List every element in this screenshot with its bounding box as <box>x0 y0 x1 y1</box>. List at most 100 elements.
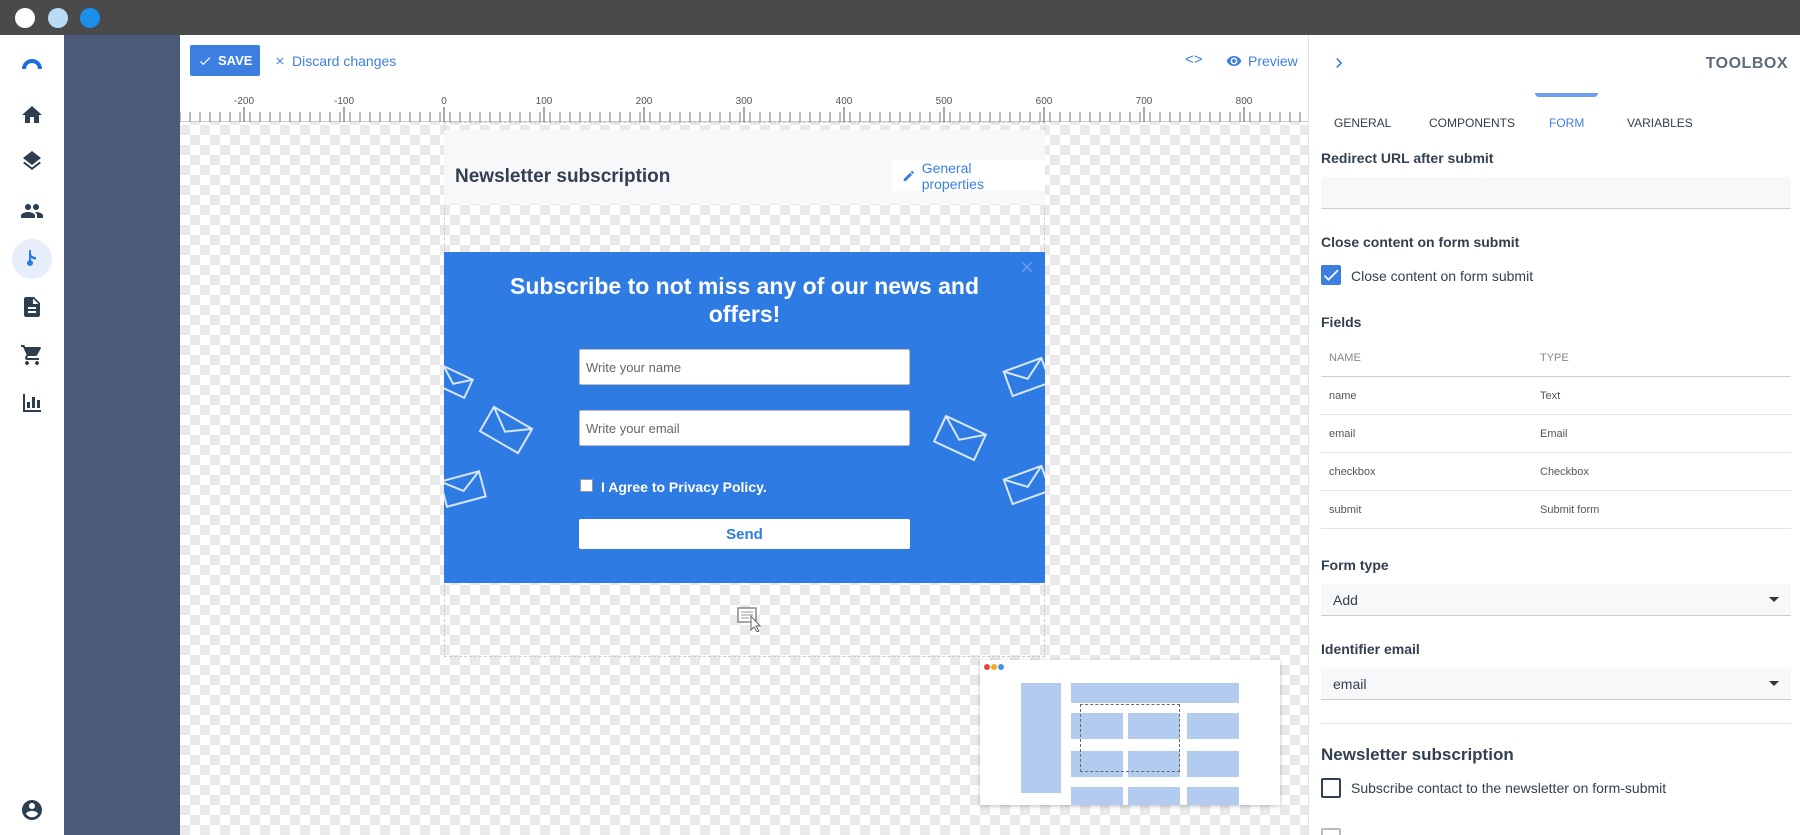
fields-label: Fields <box>1321 314 1362 330</box>
close-content-checkbox[interactable] <box>1321 265 1341 285</box>
horizontal-ruler: -200 -100 0 100 200 300 400 500 600 700 800 <box>180 90 1308 122</box>
close-content-section-label: Close content on form submit <box>1321 234 1520 250</box>
field-name: email <box>1329 428 1356 440</box>
ruler-label: -200 <box>234 96 254 107</box>
flow-icon[interactable] <box>12 239 52 279</box>
layers-icon[interactable] <box>12 143 52 183</box>
form-type-select[interactable]: Add <box>1321 584 1791 616</box>
document-icon[interactable] <box>12 287 52 327</box>
field-type: Submit form <box>1540 504 1600 516</box>
page-title: Newsletter subscription <box>455 166 671 187</box>
envelope-icon <box>932 414 988 462</box>
name-placeholder: Write your name <box>586 359 682 375</box>
minimap-block <box>1187 713 1239 739</box>
fields-table: NAME TYPE name Text email Email checkbox… <box>1321 339 1791 529</box>
column-header-type: TYPE <box>1540 352 1569 364</box>
envelope-icon <box>478 405 534 455</box>
minimap-dot-orange <box>991 664 997 670</box>
general-properties-button[interactable]: General properties <box>892 159 1045 192</box>
field-name: submit <box>1329 504 1362 516</box>
email-input[interactable]: Write your email <box>579 410 910 446</box>
discard-changes-button[interactable]: Discard changes <box>274 53 396 69</box>
minimap-block <box>1187 751 1239 777</box>
privacy-label: I Agree to Privacy Policy. <box>601 479 767 495</box>
minimap-dot-blue <box>998 664 1004 670</box>
toolbox-title: TOOLBOX <box>1705 55 1788 72</box>
tab-form[interactable]: FORM <box>1534 93 1599 143</box>
editor-topbar: SAVE Discard changes <> Preview <box>180 35 1308 90</box>
drag-cursor-icon <box>737 607 762 632</box>
minimap-block <box>1128 787 1180 805</box>
form-type-value: Add <box>1333 591 1358 608</box>
identifier-select[interactable]: email <box>1321 668 1791 700</box>
toolbox-panel: TOOLBOX GENERAL COMPONENTS FORM VARIABLE… <box>1308 35 1800 835</box>
minimap-block <box>1021 683 1061 793</box>
chevron-right-icon[interactable] <box>1329 53 1349 73</box>
window-close-dot[interactable] <box>15 8 35 28</box>
minimap[interactable] <box>980 660 1280 805</box>
ruler-label: 0 <box>441 96 447 107</box>
envelope-icon <box>1002 464 1045 506</box>
ruler-label: 400 <box>836 96 853 107</box>
popup-close-icon[interactable] <box>1018 258 1036 276</box>
save-label: SAVE <box>218 53 253 68</box>
field-type: Email <box>1540 428 1568 440</box>
code-icon: <> <box>1185 51 1203 68</box>
fields-table-header: NAME TYPE <box>1321 339 1791 377</box>
redirect-url-input[interactable] <box>1321 177 1791 209</box>
tab-variables[interactable]: VARIABLES <box>1627 103 1693 143</box>
window-maximize-dot[interactable] <box>80 8 100 28</box>
field-name: name <box>1329 390 1357 402</box>
window-titlebar <box>0 0 1800 35</box>
code-view-button[interactable]: <> <box>1185 51 1203 68</box>
save-button[interactable]: SAVE <box>190 45 261 76</box>
general-properties-label: General properties <box>921 159 984 192</box>
column-header-name: NAME <box>1329 352 1361 364</box>
envelope-icon <box>444 364 474 400</box>
newsletter-checkbox[interactable] <box>1321 778 1341 798</box>
close-icon <box>276 57 284 65</box>
privacy-checkbox[interactable] <box>580 479 593 492</box>
minimap-viewport[interactable] <box>1080 704 1180 772</box>
field-type: Text <box>1540 390 1561 402</box>
ruler-label: 700 <box>1136 96 1153 107</box>
name-input[interactable]: Write your name <box>579 349 910 385</box>
minimap-block <box>1187 787 1239 805</box>
check-icon <box>199 56 211 65</box>
left-nav <box>0 35 64 835</box>
divider <box>1321 723 1791 724</box>
tab-general[interactable]: GENERAL <box>1334 103 1391 143</box>
contacts-icon[interactable] <box>12 191 52 231</box>
ruler-label: 300 <box>736 96 753 107</box>
popup-heading: Subscribe to not miss any of our news an… <box>509 273 980 327</box>
secondary-sidebar <box>64 35 180 835</box>
home-icon[interactable] <box>12 95 52 135</box>
redirect-url-label: Redirect URL after submit <box>1321 150 1494 166</box>
partial-checkbox[interactable] <box>1321 828 1341 835</box>
table-row[interactable]: name Text <box>1321 377 1791 415</box>
table-row[interactable]: submit Submit form <box>1321 491 1791 529</box>
window-minimize-dot[interactable] <box>48 8 68 28</box>
email-placeholder: Write your email <box>586 420 680 436</box>
send-label: Send <box>726 525 763 543</box>
field-type: Checkbox <box>1540 466 1589 478</box>
table-row[interactable]: email Email <box>1321 415 1791 453</box>
ruler-label: 100 <box>536 96 553 107</box>
chevron-down-icon <box>1769 597 1779 602</box>
identifier-value: email <box>1333 675 1367 692</box>
form-type-label: Form type <box>1321 557 1389 573</box>
logo-icon[interactable] <box>12 43 52 83</box>
tab-components[interactable]: COMPONENTS <box>1429 103 1515 143</box>
user-icon[interactable] <box>12 790 52 830</box>
newsletter-popup[interactable]: Subscribe to not miss any of our news an… <box>444 252 1045 583</box>
ruler-label: 800 <box>1236 96 1253 107</box>
newsletter-checkbox-label: Subscribe contact to the newsletter on f… <box>1351 780 1667 796</box>
minimap-block <box>1071 787 1123 805</box>
send-button[interactable]: Send <box>579 519 910 549</box>
discard-label: Discard changes <box>292 53 397 69</box>
cart-icon[interactable] <box>12 335 52 375</box>
table-row[interactable]: checkbox Checkbox <box>1321 453 1791 491</box>
chart-icon[interactable] <box>12 383 52 423</box>
check-icon <box>1323 269 1339 281</box>
preview-button[interactable]: Preview <box>1226 53 1298 69</box>
